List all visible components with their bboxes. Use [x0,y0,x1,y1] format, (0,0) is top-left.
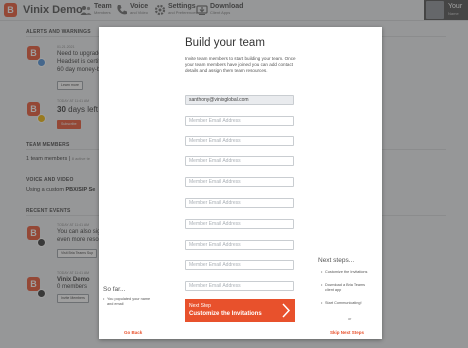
or-separator: or [348,317,352,321]
member-email-field[interactable] [185,198,294,208]
next-step-label: Next Step [189,303,211,309]
so-far-item: You populated your name and email [103,297,151,307]
go-back-link[interactable]: Go Back [124,330,142,335]
member-email-field[interactable] [185,136,294,146]
next-step-item: Customize the Invitations [321,270,373,275]
next-step-item: Start Communicating! [321,301,373,306]
member-email-field[interactable] [185,177,294,187]
member-email-field[interactable] [185,260,294,270]
member-email-field[interactable] [185,240,294,250]
so-far-panel: So far... [103,286,151,293]
so-far-title: So far... [103,286,126,293]
chevron-right-icon [282,303,291,318]
modal-description: Invite team members to start building yo… [185,56,296,74]
next-step-item: Download a Bria Teams client app [321,283,373,293]
next-step-button[interactable]: Next Step Customize the Invitations [185,299,295,322]
next-step-action: Customize the Invitations [189,311,262,317]
email-field-prefilled[interactable] [185,95,294,105]
next-steps-title: Next steps... [318,257,355,264]
skip-next-steps-link[interactable]: Skip Next Steps [330,330,364,335]
build-team-modal: Build your team Invite team members to s… [99,27,382,339]
member-email-field[interactable] [185,156,294,166]
member-email-field[interactable] [185,219,294,229]
modal-title: Build your team [185,37,265,49]
member-email-field[interactable] [185,116,294,126]
member-email-field[interactable] [185,281,294,291]
